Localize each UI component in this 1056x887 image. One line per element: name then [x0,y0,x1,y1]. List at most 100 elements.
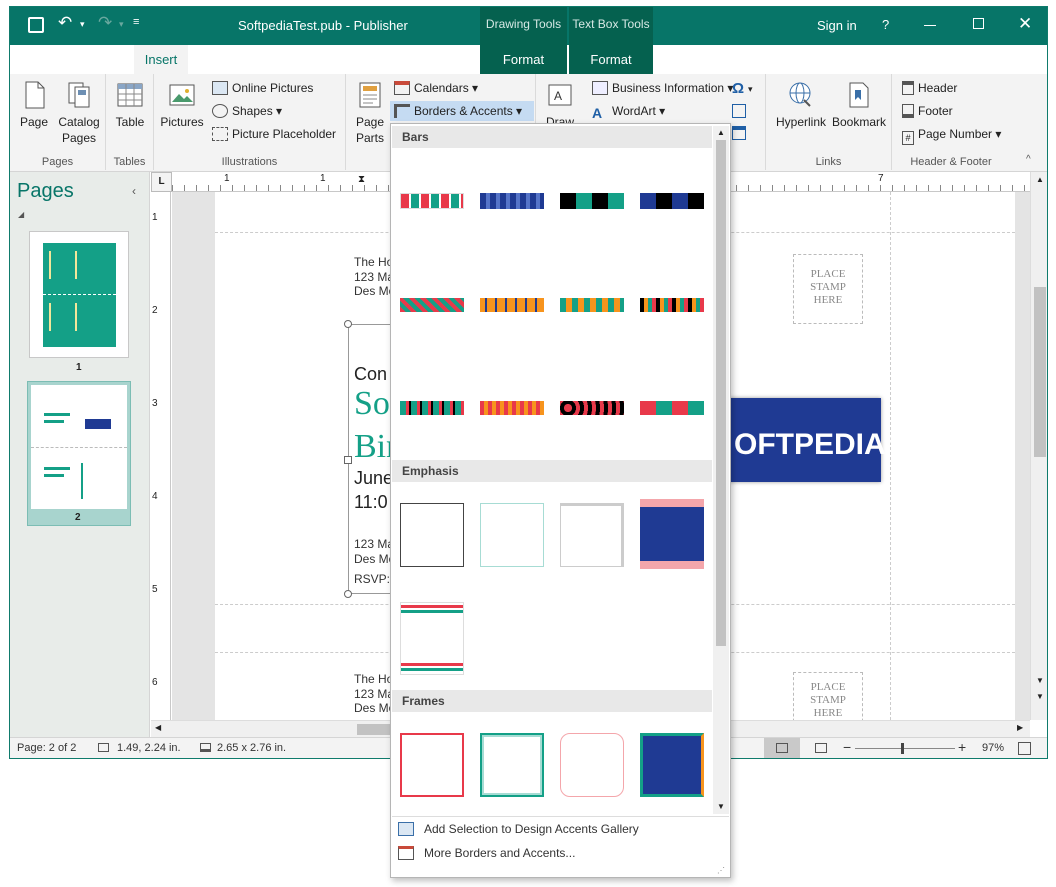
customize-toolbar-icon[interactable]: ≡ [133,16,139,28]
scroll-down-icon[interactable]: ▼ [1036,676,1044,685]
borders-accents-button[interactable]: Borders & Accents ▾ [390,101,534,121]
invite-name[interactable]: So [354,385,390,423]
emphasis-navy-pattern[interactable] [640,499,704,569]
catalog-pages-button[interactable]: Catalog Pages [54,80,104,146]
return-address2-line2[interactable]: 123 Ma [354,687,394,701]
softpedia-logo[interactable]: OFTPEDIA® [728,398,892,482]
accent-bar-teal-orange[interactable] [560,298,624,312]
table-button[interactable]: Table [112,80,148,130]
redo-icon[interactable]: ↷ [98,13,112,33]
invite-address1[interactable]: 123 Ma [354,537,394,551]
emphasis-frame-teal[interactable] [480,503,544,567]
redo-dropdown-icon[interactable]: ▾ [119,19,124,30]
frame-navy[interactable] [640,733,704,797]
return-address-line2[interactable]: 123 Ma [354,270,394,284]
frame-scalloped[interactable] [560,733,624,797]
emphasis-stripes[interactable] [400,602,464,675]
invite-date[interactable]: June [354,468,393,489]
hyperlink-button[interactable]: Hyperlink [772,80,830,130]
shapes-button[interactable]: Shapes ▾ [212,101,282,121]
scroll-down-icon[interactable]: ▼ [1036,692,1044,701]
business-information-button[interactable]: Business Information ▾ [592,78,733,98]
tab-mailings[interactable]: Mailings [290,45,352,74]
page-thumbnail-2[interactable]: 2 [27,381,131,526]
zoom-in-button[interactable]: + [958,739,966,755]
scroll-left-icon[interactable]: ◀ [155,723,161,732]
online-pictures-button[interactable]: Online Pictures [212,78,313,98]
resize-handle-w[interactable] [344,456,352,464]
frame-teal[interactable] [480,733,544,797]
header-button[interactable]: Header [902,78,957,98]
tab-drawing-format[interactable]: Format [480,45,567,74]
footer-button[interactable]: Footer [902,101,953,121]
close-button[interactable]: ✕ [1018,14,1032,34]
accent-bar-navy-black[interactable] [640,193,704,209]
more-borders-menu-item[interactable]: More Borders and Accents... [392,841,729,865]
two-page-view-icon[interactable] [815,743,827,753]
vertical-scrollbar[interactable]: ▲ ▼ ▼ [1030,172,1047,720]
tab-home[interactable]: Home [76,45,126,74]
invite-time[interactable]: 11:0 [354,492,388,513]
page-button[interactable]: Page [16,80,52,130]
tab-view[interactable]: View [426,45,476,74]
collapse-pane-icon[interactable]: ‹ [132,184,136,198]
gallery-scrollbar[interactable]: ▲ ▼ [713,126,729,814]
minimize-button[interactable] [924,25,936,26]
sign-in-link[interactable]: Sign in [817,18,857,33]
resize-handle-sw[interactable] [344,590,352,598]
zoom-level[interactable]: 97% [982,742,1004,754]
page-indicator[interactable]: Page: 2 of 2 [17,742,76,754]
accent-bar-red-orange[interactable] [480,401,544,415]
picture-placeholder-button[interactable]: Picture Placeholder [212,124,336,144]
tab-file[interactable]: File [20,45,60,74]
page-number-button[interactable]: # Page Number ▾ [902,124,1001,145]
scroll-up-icon[interactable]: ▲ [1036,175,1044,184]
add-selection-menu-item[interactable]: Add Selection to Design Accents Gallery [392,817,729,841]
date-time-icon[interactable] [732,104,746,118]
accent-bar-orange-lines[interactable] [480,298,544,312]
gallery-scroll-thumb[interactable] [716,140,726,646]
accent-bar-dots[interactable] [560,401,624,415]
collapse-ribbon-icon[interactable]: ^ [1026,154,1031,165]
return-address2-line1[interactable]: The Ho [354,672,393,686]
frame-red[interactable] [400,733,464,797]
invite-rsvp[interactable]: RSVP: [354,572,390,586]
symbol-button[interactable]: Ω [732,80,744,97]
maximize-button[interactable] [973,18,984,29]
accent-bar-triangles[interactable] [640,298,704,312]
resize-handle-nw[interactable] [344,320,352,328]
zoom-slider-thumb[interactable] [901,743,904,754]
wordart-button[interactable]: A WordArt ▾ [592,101,665,121]
undo-icon[interactable]: ↶ [58,13,72,33]
resize-grip-icon[interactable]: ⋰ [717,866,725,875]
save-icon[interactable] [28,17,44,33]
stamp-placeholder[interactable]: PLACE STAMP HERE [793,254,863,324]
tab-textbox-format[interactable]: Format [569,45,653,74]
vertical-scroll-thumb[interactable] [1034,287,1046,457]
scroll-right-icon[interactable]: ▶ [1017,723,1023,732]
accent-bar-red-teal[interactable] [640,401,704,415]
accent-bar-tricolor[interactable] [400,401,464,415]
accent-bar-black-teal[interactable] [560,193,624,209]
tab-selector[interactable]: L [151,172,172,192]
help-button[interactable]: ? [882,17,889,32]
zoom-out-button[interactable]: − [843,739,851,755]
vertical-ruler[interactable]: 1 2 3 4 5 6 [151,192,171,720]
emphasis-frame-gray[interactable] [560,503,624,567]
return-address-line1[interactable]: The Ho [354,255,393,269]
page-parts-button[interactable]: Page Parts [352,80,388,146]
indent-marker-icon[interactable]: ⧗ [358,174,365,185]
fit-page-icon[interactable] [1018,742,1031,755]
stamp-placeholder-2[interactable]: PLACE STAMP HERE [793,672,863,720]
accent-bar-checker[interactable] [400,298,464,312]
invite-heading[interactable]: Con [354,364,387,385]
undo-dropdown-icon[interactable]: ▾ [80,19,85,30]
gallery-scroll-down-icon[interactable]: ▼ [717,802,725,811]
emphasis-frame-black[interactable] [400,503,464,567]
zoom-slider[interactable] [855,748,955,749]
gallery-scroll-up-icon[interactable]: ▲ [717,128,725,137]
bookmark-button[interactable]: Bookmark [830,80,888,130]
accent-bar-navy-stripes[interactable] [480,193,544,209]
accent-bar-diamonds[interactable] [400,193,464,209]
symbol-dropdown-icon[interactable]: ▾ [748,84,753,95]
